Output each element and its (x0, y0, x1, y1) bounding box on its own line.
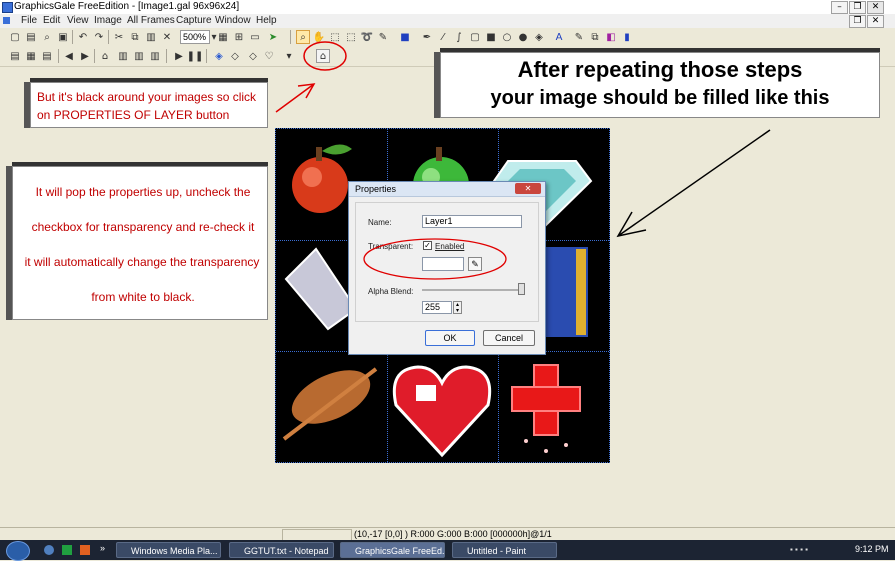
properties-hint-callout: But it's black around your images so cli… (30, 82, 268, 128)
transparency-hint-line-4: from white to black. (91, 290, 195, 304)
tray-icons[interactable]: ▪ ▪ ▪ ▪ (790, 545, 830, 555)
transparency-hint-line-3: it will automatically change the transpa… (24, 255, 260, 269)
highlight-ellipse (303, 41, 347, 71)
taskbar-item-paint[interactable]: Untitled - Paint (452, 542, 557, 558)
transparency-highlight-ellipse (363, 238, 507, 280)
red-apple-sprite (292, 144, 352, 213)
clock: 9:12 PM (855, 544, 889, 554)
start-button[interactable] (6, 541, 30, 561)
taskbar: » Windows Media Pla... GGTUT.txt - Notep… (0, 540, 895, 561)
properties-hint-text: But it's black around your images so cli… (37, 90, 257, 122)
result-callout: After repeating those steps your image s… (440, 52, 880, 118)
properties-dialog: Properties ✕ Name: Layer1 Transparent: ✓… (348, 181, 546, 355)
quicklaunch-icon[interactable] (44, 545, 54, 555)
taskbar-item-media-player[interactable]: Windows Media Pla... (116, 542, 221, 558)
transparency-hint-callout: It will pop the properties up, uncheck t… (12, 166, 268, 320)
status-coords: (10,-17 [0,0] ) R:000 G:000 B:000 [00000… (354, 529, 552, 539)
heart-sprite (392, 365, 492, 458)
status-bar: (10,-17 [0,0] ) R:000 G:000 B:000 [00000… (0, 527, 895, 542)
transparency-hint-line-2: checkbox for transparency and re-check i… (31, 220, 255, 234)
result-line-1: After repeating those steps (517, 57, 803, 82)
taskbar-item-notepad[interactable]: GGTUT.txt - Notepad (229, 542, 334, 558)
transparency-hint-line-1: It will pop the properties up, uncheck t… (35, 185, 251, 199)
roast-sprite (282, 367, 378, 441)
red-cross-sprite (511, 364, 581, 453)
blade-sprite (284, 247, 358, 331)
result-line-2: your image should be filled like this (490, 87, 830, 109)
quicklaunch-more-icon[interactable]: » (100, 543, 105, 553)
quicklaunch-icon[interactable] (62, 545, 72, 555)
quicklaunch-icon[interactable] (80, 545, 90, 555)
red-arrow (275, 83, 315, 113)
taskbar-item-graphicsgale[interactable]: GraphicsGale FreeEd... (340, 542, 445, 558)
black-arrow (617, 129, 771, 237)
dialog-annotation (363, 238, 507, 280)
book-sprite (544, 247, 588, 337)
